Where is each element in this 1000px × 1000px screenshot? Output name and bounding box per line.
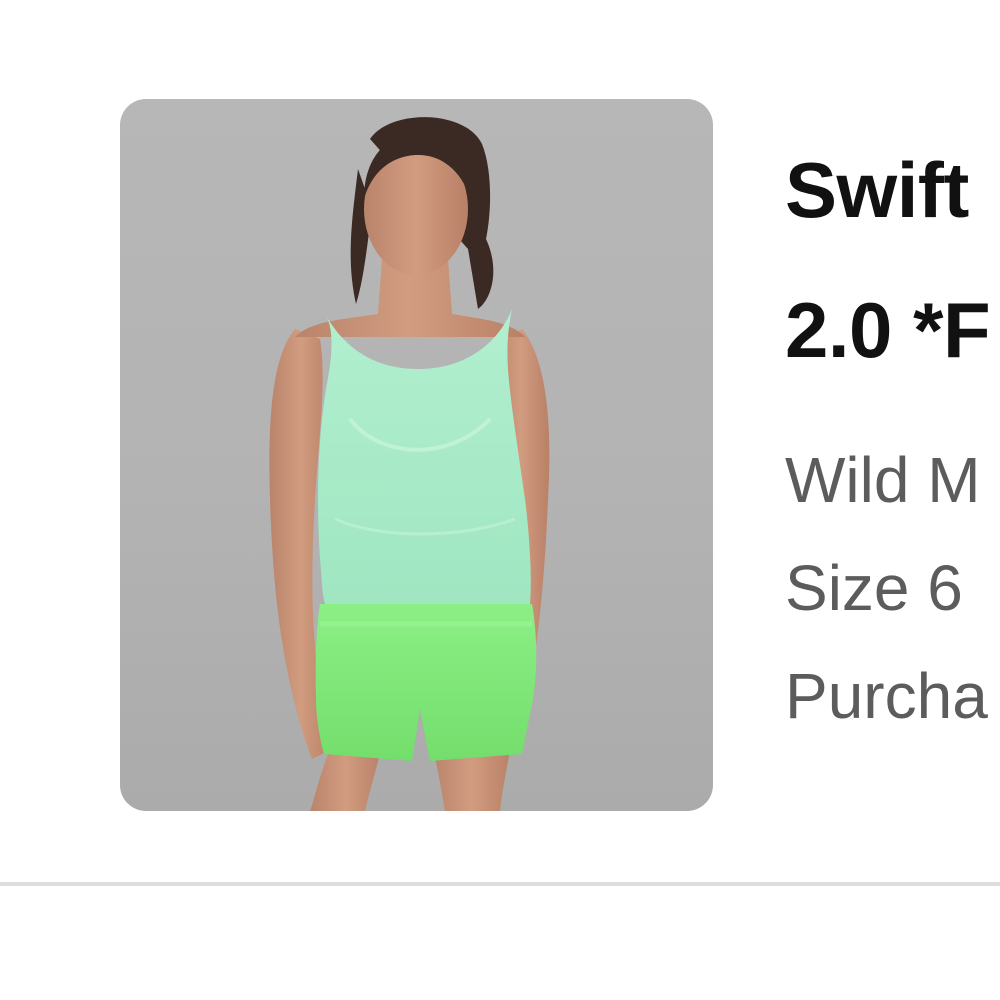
product-color: Wild M [785,444,981,516]
purchase-info: Purcha [785,660,988,732]
product-details: Swift 2.0 *F Wild M Size 6 Purcha [785,120,1000,750]
product-meta: Wild M Size 6 Purcha [785,426,1000,750]
order-item-screen: Swift 2.0 *F Wild M Size 6 Purcha [0,0,1000,1000]
product-card[interactable]: Swift 2.0 *F Wild M Size 6 Purcha [0,0,1000,884]
product-photo-illustration [269,117,550,811]
product-title[interactable]: Swift 2.0 *F [785,120,1000,400]
product-image[interactable] [120,99,713,811]
product-title-line-1: Swift [785,146,969,234]
product-title-line-2: 2.0 *F [785,286,991,374]
divider [0,882,1000,886]
product-size: Size 6 [785,552,963,624]
